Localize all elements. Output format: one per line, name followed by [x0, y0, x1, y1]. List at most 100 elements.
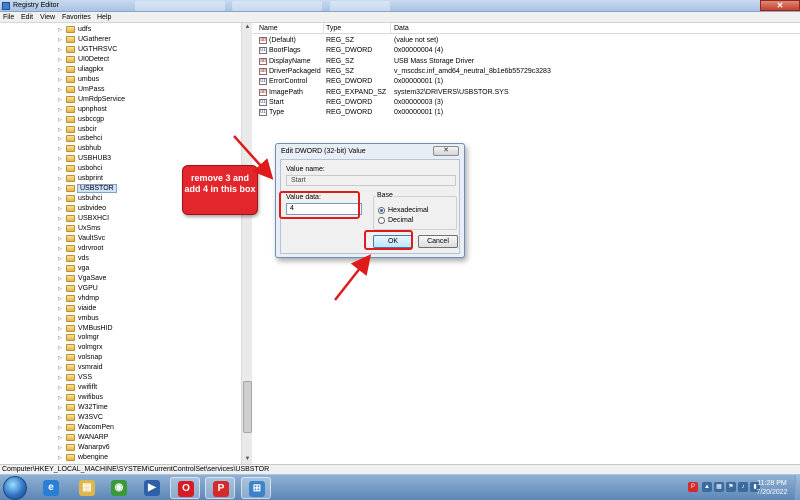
expand-arrow-icon[interactable]: ▷ [58, 97, 64, 103]
volume-icon[interactable]: ♪ [738, 482, 748, 492]
tree-item[interactable]: ▷ W32Time [58, 403, 238, 413]
tree-scrollbar[interactable]: ▲ ▼ [241, 23, 252, 464]
tree-item[interactable]: ▷ wbengine [58, 453, 238, 463]
expand-arrow-icon[interactable]: ▷ [58, 67, 64, 73]
expand-arrow-icon[interactable]: ▷ [58, 395, 64, 401]
value-row[interactable]: 01 Start REG_DWORD 0x00000003 (3) [253, 98, 800, 108]
flag-icon[interactable]: ⚑ [726, 482, 736, 492]
tree-item[interactable]: ▷ UGTHRSVC [58, 45, 238, 55]
cancel-button[interactable]: Cancel [418, 235, 458, 248]
tree-item[interactable]: ▷ volmgr [58, 333, 238, 343]
expand-arrow-icon[interactable]: ▷ [58, 196, 64, 202]
column-header-name[interactable]: Name [259, 25, 278, 32]
value-row[interactable]: ab ImagePath REG_EXPAND_SZ system32\DRIVERS… [253, 88, 800, 98]
taskbar-button[interactable]: P [205, 477, 235, 499]
tree-item[interactable]: ▷ WANARP [58, 433, 238, 443]
tree-item[interactable]: ▷ volmgrx [58, 343, 238, 353]
tree-item[interactable]: ▷ UmPass [58, 85, 238, 95]
hexadecimal-label[interactable]: Hexadecimal [388, 207, 428, 214]
tree-item[interactable]: ▷ uliagpkx [58, 65, 238, 75]
tree-item[interactable]: ▷ VaultSvc [58, 234, 238, 244]
expand-arrow-icon[interactable]: ▷ [58, 415, 64, 421]
tree-item[interactable]: ▷ Wanarpv6 [58, 443, 238, 453]
tree-item[interactable]: ▷ UxSms [58, 224, 238, 234]
expand-arrow-icon[interactable]: ▷ [58, 326, 64, 332]
expand-arrow-icon[interactable]: ▷ [58, 246, 64, 252]
expand-arrow-icon[interactable]: ▷ [58, 296, 64, 302]
menu-view[interactable]: View [40, 14, 55, 21]
column-header-type[interactable]: Type [326, 25, 341, 32]
scroll-up-icon[interactable]: ▲ [243, 23, 252, 32]
expand-arrow-icon[interactable]: ▷ [58, 365, 64, 371]
taskbar-button[interactable]: ▤ [72, 477, 102, 499]
scrollbar-thumb[interactable] [243, 381, 252, 433]
tree-item[interactable]: ▷ vhdmp [58, 294, 238, 304]
network-icon[interactable]: ▦ [714, 482, 724, 492]
column-header-data[interactable]: Data [394, 25, 409, 32]
show-hidden-icons-icon[interactable]: ▲ [702, 482, 712, 492]
decimal-label[interactable]: Decimal [388, 217, 413, 224]
expand-arrow-icon[interactable]: ▷ [58, 156, 64, 162]
expand-arrow-icon[interactable]: ▷ [58, 355, 64, 361]
value-row[interactable]: 01 Type REG_DWORD 0x00000001 (1) [253, 108, 800, 118]
expand-arrow-icon[interactable]: ▷ [58, 166, 64, 172]
expand-arrow-icon[interactable]: ▷ [58, 127, 64, 133]
tree-item[interactable]: ▷ UmRdpService [58, 95, 238, 105]
expand-arrow-icon[interactable]: ▷ [58, 146, 64, 152]
expand-arrow-icon[interactable]: ▷ [58, 107, 64, 113]
expand-arrow-icon[interactable]: ▷ [58, 236, 64, 242]
tree-item[interactable]: ▷ viaide [58, 304, 238, 314]
expand-arrow-icon[interactable]: ▷ [58, 27, 64, 33]
show-desktop-button[interactable] [795, 475, 800, 500]
expand-arrow-icon[interactable]: ▷ [58, 216, 64, 222]
expand-arrow-icon[interactable]: ▷ [58, 47, 64, 53]
decimal-radio[interactable] [378, 217, 385, 224]
expand-arrow-icon[interactable]: ▷ [58, 226, 64, 232]
expand-arrow-icon[interactable]: ▷ [58, 445, 64, 451]
taskbar-button[interactable]: e [36, 477, 66, 499]
tree-item[interactable]: ▷ usbcir [58, 125, 238, 135]
hexadecimal-radio[interactable] [378, 207, 385, 214]
value-row[interactable]: 01 BootFlags REG_DWORD 0x00000004 (4) [253, 46, 800, 56]
expand-arrow-icon[interactable]: ▷ [58, 136, 64, 142]
tree-item[interactable]: ▷ UGatherer [58, 35, 238, 45]
expand-arrow-icon[interactable]: ▷ [58, 306, 64, 312]
menu-favorites[interactable]: Favorites [62, 14, 91, 21]
value-row[interactable]: ab (Default) REG_SZ (value not set) [253, 36, 800, 46]
tree-item[interactable]: ▷ VSS [58, 373, 238, 383]
tree-item[interactable]: ▷ upnphost [58, 105, 238, 115]
expand-arrow-icon[interactable]: ▷ [58, 276, 64, 282]
taskbar-button[interactable]: ▶ [137, 477, 167, 499]
clock[interactable]: 11:28 PM 7/20/2022 [750, 479, 794, 497]
taskbar-button[interactable]: ◉ [104, 477, 134, 499]
expand-arrow-icon[interactable]: ▷ [58, 286, 64, 292]
expand-arrow-icon[interactable]: ▷ [58, 176, 64, 182]
expand-arrow-icon[interactable]: ▷ [58, 385, 64, 391]
tree-item[interactable]: ▷ W3SVC [58, 413, 238, 423]
expand-arrow-icon[interactable]: ▷ [58, 335, 64, 341]
value-row[interactable]: ab DriverPackageId REG_SZ v_mscdsc.inf_amd6… [253, 67, 800, 77]
tree-item[interactable]: ▷ volsnap [58, 353, 238, 363]
tree-item[interactable]: ▷ vga [58, 264, 238, 274]
menu-file[interactable]: File [3, 14, 14, 21]
expand-arrow-icon[interactable]: ▷ [58, 87, 64, 93]
tree-item[interactable]: ▷ UI0Detect [58, 55, 238, 65]
expand-arrow-icon[interactable]: ▷ [58, 266, 64, 272]
tree-item[interactable]: ▷ VMBusHID [58, 324, 238, 334]
tree-item[interactable]: ▷ USBHUB3 [58, 154, 238, 164]
expand-arrow-icon[interactable]: ▷ [58, 316, 64, 322]
tree-item[interactable]: ▷ VgaSave [58, 274, 238, 284]
window-close-button[interactable]: ✕ [760, 0, 800, 11]
tree-item[interactable]: ▷ vdrvroot [58, 244, 238, 254]
tree-item[interactable]: ▷ usbehci [58, 134, 238, 144]
expand-arrow-icon[interactable]: ▷ [58, 345, 64, 351]
menu-edit[interactable]: Edit [21, 14, 33, 21]
tree-item[interactable]: ▷ usbhub [58, 144, 238, 154]
value-row[interactable]: ab DisplayName REG_SZ USB Mass Storage Driv… [253, 57, 800, 67]
scroll-down-icon[interactable]: ▼ [243, 455, 252, 464]
tree-item[interactable]: ▷ umbus [58, 75, 238, 85]
expand-arrow-icon[interactable]: ▷ [58, 435, 64, 441]
tree-item[interactable]: ▷ vwififlt [58, 383, 238, 393]
screenpresso-tray-icon[interactable]: P [688, 482, 698, 492]
tree-item[interactable]: ▷ vwifibus [58, 393, 238, 403]
